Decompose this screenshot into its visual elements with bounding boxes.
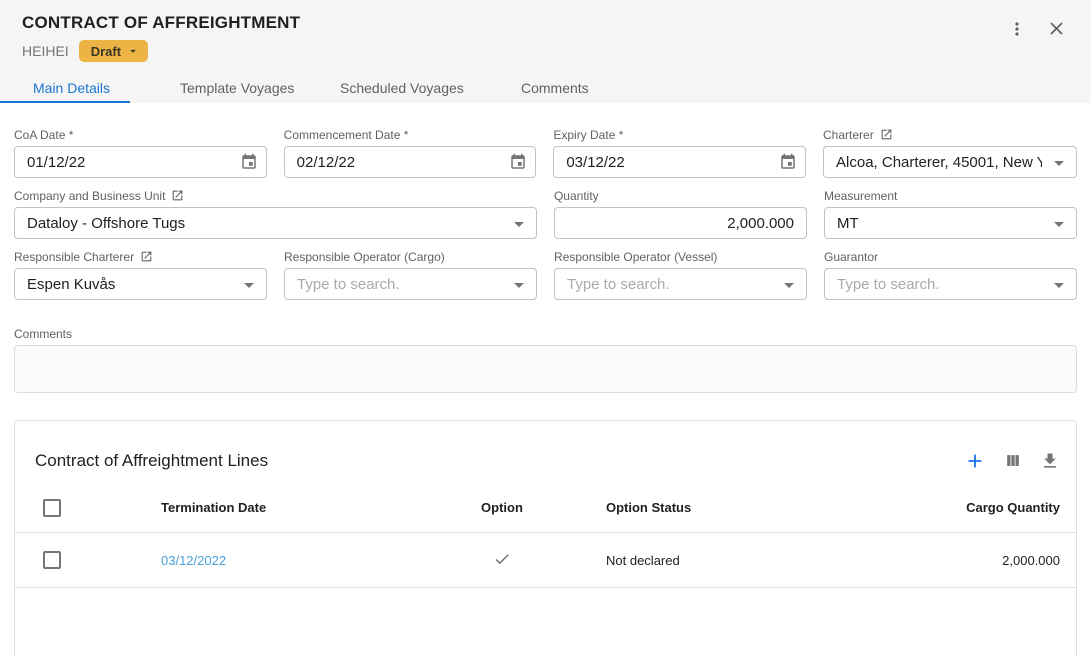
guarantor-label: Guarantor xyxy=(824,250,1077,263)
window-actions xyxy=(1007,18,1067,39)
responsible-operator-cargo-label: Responsible Operator (Cargo) xyxy=(284,250,537,263)
quantity-input-wrap xyxy=(554,207,807,239)
responsible-charterer-select[interactable]: Espen Kuvås xyxy=(14,268,267,300)
page-title: CONTRACT OF AFFREIGHTMENT xyxy=(22,13,300,33)
contract-code: HEIHEI xyxy=(22,43,69,59)
responsible-charterer-value: Espen Kuvås xyxy=(27,276,232,293)
active-tab-indicator xyxy=(0,101,130,103)
col-option-status: Option Status xyxy=(577,500,807,515)
comments-field: Comments xyxy=(14,327,1077,393)
charterer-select[interactable]: Alcoa, Charterer, 45001, New York xyxy=(823,146,1077,178)
dropdown-caret-icon xyxy=(1054,161,1064,166)
col-cargo-quantity: Cargo Quantity xyxy=(807,500,1076,515)
quantity-field: Quantity xyxy=(554,189,807,239)
open-in-new-icon[interactable] xyxy=(880,128,893,141)
cargo-quantity-value: 2,000.000 xyxy=(807,553,1076,568)
comments-textarea[interactable] xyxy=(14,345,1077,393)
commencement-date-field: Commencement Date * xyxy=(284,128,537,178)
topbar: CONTRACT OF AFFREIGHTMENT HEIHEI Draft M… xyxy=(0,0,1091,103)
open-in-new-icon[interactable] xyxy=(171,189,184,202)
company-business-unit-select[interactable]: Dataloy - Offshore Tugs xyxy=(14,207,537,239)
status-badge[interactable]: Draft xyxy=(79,40,148,62)
form-row-3: Responsible Charterer Espen Kuvås Respon… xyxy=(14,250,1077,300)
measurement-label: Measurement xyxy=(824,189,1077,202)
select-all-checkbox[interactable] xyxy=(43,499,61,517)
quantity-label: Quantity xyxy=(554,189,807,202)
dropdown-caret-icon xyxy=(514,222,524,227)
comments-label: Comments xyxy=(14,327,1077,340)
lines-table-row: 03/12/2022 Not declared 2,000.000 xyxy=(15,533,1076,588)
coa-date-input[interactable] xyxy=(27,154,230,171)
check-icon xyxy=(493,550,511,568)
download-icon[interactable] xyxy=(1040,451,1060,471)
charterer-field: Charterer Alcoa, Charterer, 45001, New Y… xyxy=(823,128,1077,178)
commencement-date-input-wrap xyxy=(284,146,537,178)
contract-of-affreightment-window: CONTRACT OF AFFREIGHTMENT HEIHEI Draft M… xyxy=(0,0,1091,656)
measurement-select[interactable]: MT xyxy=(824,207,1077,239)
guarantor-input-wrap xyxy=(824,268,1077,300)
column-settings-icon[interactable] xyxy=(1003,451,1023,471)
measurement-value: MT xyxy=(837,215,1042,232)
dropdown-caret-icon xyxy=(1054,222,1064,227)
dropdown-caret-icon xyxy=(1054,283,1064,288)
coa-lines-card-header: Contract of Affreightment Lines xyxy=(15,421,1076,483)
responsible-operator-vessel-input[interactable] xyxy=(567,276,772,293)
measurement-field: Measurement MT xyxy=(824,189,1077,239)
close-icon[interactable] xyxy=(1046,18,1067,39)
coa-lines-card: Contract of Affreightment Lines Terminat… xyxy=(14,420,1077,656)
add-line-icon[interactable] xyxy=(964,450,986,472)
expiry-date-input[interactable] xyxy=(566,154,769,171)
company-business-unit-field: Company and Business Unit Dataloy - Offs… xyxy=(14,189,537,239)
open-in-new-icon[interactable] xyxy=(140,250,153,263)
commencement-date-input[interactable] xyxy=(297,154,500,171)
chevron-down-icon xyxy=(126,44,140,58)
expiry-date-input-wrap xyxy=(553,146,806,178)
responsible-charterer-field: Responsible Charterer Espen Kuvås xyxy=(14,250,267,300)
company-business-unit-value: Dataloy - Offshore Tugs xyxy=(27,215,502,232)
tab-main-details[interactable]: Main Details xyxy=(33,80,110,96)
contract-subheader: HEIHEI Draft xyxy=(22,40,148,62)
responsible-operator-cargo-input-wrap xyxy=(284,268,537,300)
option-status-value: Not declared xyxy=(577,553,807,568)
termination-date-link[interactable]: 03/12/2022 xyxy=(161,553,226,568)
dropdown-caret-icon xyxy=(514,283,524,288)
calendar-icon[interactable] xyxy=(509,153,527,175)
responsible-charterer-label: Responsible Charterer xyxy=(14,250,134,264)
responsible-operator-cargo-field: Responsible Operator (Cargo) xyxy=(284,250,537,300)
tab-comments[interactable]: Comments xyxy=(521,80,589,96)
lines-table-header: Termination Date Option Option Status Ca… xyxy=(15,483,1076,533)
form-row-2: Company and Business Unit Dataloy - Offs… xyxy=(14,189,1077,239)
coa-lines-toolbar xyxy=(964,450,1060,472)
dropdown-caret-icon xyxy=(784,283,794,288)
dropdown-caret-icon xyxy=(244,283,254,288)
responsible-operator-vessel-field: Responsible Operator (Vessel) xyxy=(554,250,807,300)
charterer-value: Alcoa, Charterer, 45001, New York xyxy=(836,154,1042,171)
tab-template-voyages[interactable]: Template Voyages xyxy=(180,80,294,96)
charterer-label: Charterer xyxy=(823,128,874,142)
expiry-date-label: Expiry Date * xyxy=(553,128,806,141)
coa-date-label: CoA Date * xyxy=(14,128,267,141)
calendar-icon[interactable] xyxy=(779,153,797,175)
coa-date-field: CoA Date * xyxy=(14,128,267,178)
coa-date-input-wrap xyxy=(14,146,267,178)
quantity-input[interactable] xyxy=(567,215,794,232)
row-checkbox[interactable] xyxy=(43,551,61,569)
responsible-operator-vessel-label: Responsible Operator (Vessel) xyxy=(554,250,807,263)
company-business-unit-label: Company and Business Unit xyxy=(14,189,165,203)
main-details-form: CoA Date * Commencement Date * xyxy=(0,103,1091,393)
tab-scheduled-voyages[interactable]: Scheduled Voyages xyxy=(340,80,464,96)
coa-lines-title: Contract of Affreightment Lines xyxy=(35,451,268,471)
guarantor-field: Guarantor xyxy=(824,250,1077,300)
form-row-1: CoA Date * Commencement Date * xyxy=(14,128,1077,178)
calendar-icon[interactable] xyxy=(240,153,258,175)
guarantor-input[interactable] xyxy=(837,276,1042,293)
col-termination-date: Termination Date xyxy=(147,500,427,515)
status-badge-label: Draft xyxy=(91,44,121,59)
col-option: Option xyxy=(427,500,577,515)
responsible-operator-vessel-input-wrap xyxy=(554,268,807,300)
responsible-operator-cargo-input[interactable] xyxy=(297,276,502,293)
more-vert-icon[interactable] xyxy=(1007,19,1027,39)
commencement-date-label: Commencement Date * xyxy=(284,128,537,141)
expiry-date-field: Expiry Date * xyxy=(553,128,806,178)
